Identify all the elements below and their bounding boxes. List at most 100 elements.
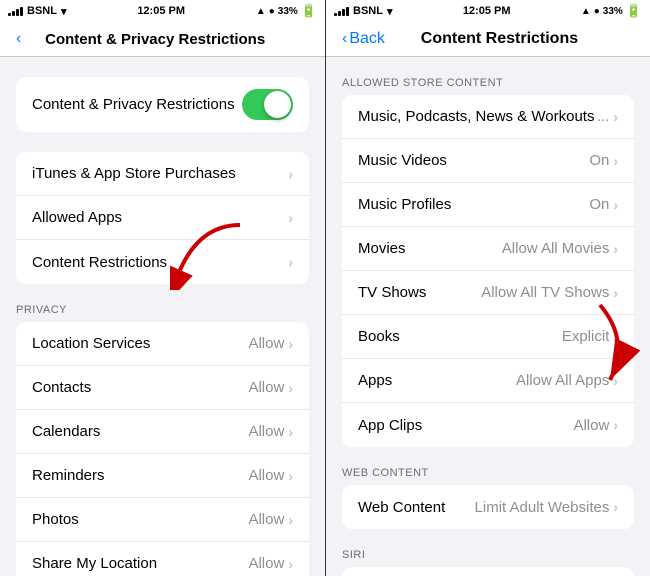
nav-bar-right: ‹ Back Content Restrictions: [326, 22, 650, 57]
app-clips-label: App Clips: [358, 417, 422, 434]
privacy-toggle-row[interactable]: Content & Privacy Restrictions: [16, 77, 309, 132]
music-videos-right: On ›: [589, 152, 618, 169]
back-chevron-right: ‹: [342, 30, 347, 48]
itunes-purchases-item[interactable]: iTunes & App Store Purchases ›: [16, 152, 309, 196]
main-items-card: iTunes & App Store Purchases › Allowed A…: [16, 152, 309, 284]
wifi-icon-right: ▾: [387, 5, 393, 18]
red-arrow-annotation: [170, 220, 250, 295]
music-videos-chevron: ›: [613, 153, 618, 169]
music-profiles-item[interactable]: Music Profiles On ›: [342, 183, 634, 227]
allowed-apps-label: Allowed Apps: [32, 209, 122, 226]
location-icon: ▲: [256, 6, 266, 17]
calendars-label: Calendars: [32, 423, 100, 440]
app-clips-item[interactable]: App Clips Allow ›: [342, 403, 634, 447]
music-profiles-right: On ›: [589, 196, 618, 213]
contacts-item[interactable]: Contacts Allow ›: [16, 366, 309, 410]
tv-shows-value: Allow All TV Shows: [481, 284, 609, 301]
web-content-value: Limit Adult Websites: [475, 499, 610, 516]
time-right: 12:05 PM: [463, 5, 511, 17]
nav-bar-left: ‹ Content & Privacy Restrictions: [0, 22, 325, 57]
time-left: 12:05 PM: [137, 5, 185, 17]
status-right-left: ▲ ● 33% 🔋: [256, 3, 317, 19]
signal-icon: [8, 7, 23, 16]
movies-value: Allow All Movies: [502, 240, 610, 257]
siri-header: SIRI: [326, 549, 650, 567]
apps-label: Apps: [358, 372, 392, 389]
privacy-header: PRIVACY: [0, 304, 325, 322]
calendars-right: Allow ›: [248, 423, 293, 440]
music-podcasts-right: ... ›: [597, 108, 618, 125]
allowed-apps-item[interactable]: Allowed Apps ›: [16, 196, 309, 240]
battery-icon-left: 🔋: [301, 3, 317, 19]
itunes-right: ›: [288, 166, 293, 182]
content-restrictions-chevron: ›: [288, 254, 293, 270]
status-bar-left-info: BSNL ▾: [8, 5, 66, 18]
music-podcasts-value: ...: [597, 108, 610, 125]
allowed-store-header: ALLOWED STORE CONTENT: [326, 77, 650, 95]
siri-card: Web Search Content Allow ›: [342, 567, 634, 576]
contacts-label: Contacts: [32, 379, 91, 396]
share-location-right: Allow ›: [248, 555, 293, 572]
page-title-left: Content & Privacy Restrictions: [1, 31, 309, 48]
siri-section: SIRI Web Search Content Allow ›: [326, 549, 650, 576]
share-location-item[interactable]: Share My Location Allow ›: [16, 542, 309, 576]
reminders-label: Reminders: [32, 467, 105, 484]
itunes-purchases-label: iTunes & App Store Purchases: [32, 165, 236, 182]
web-content-header: WEB CONTENT: [326, 467, 650, 485]
wifi-icon: ▾: [61, 5, 67, 18]
music-profiles-chevron: ›: [613, 197, 618, 213]
location-services-item[interactable]: Location Services Allow ›: [16, 322, 309, 366]
web-content-item[interactable]: Web Content Limit Adult Websites ›: [342, 485, 634, 529]
reminders-item[interactable]: Reminders Allow ›: [16, 454, 309, 498]
left-scroll-content: Content & Privacy Restrictions iTunes & …: [0, 57, 325, 576]
signal-icon2: ●: [269, 6, 275, 17]
web-content-right: Limit Adult Websites ›: [475, 499, 618, 516]
share-location-chevron: ›: [288, 556, 293, 572]
allowed-apps-right: ›: [288, 210, 293, 226]
red-arrow-annotation-right: [570, 300, 640, 395]
status-bar-right-info: BSNL ▾: [334, 5, 392, 18]
music-podcasts-item[interactable]: Music, Podcasts, News & Workouts ... ›: [342, 95, 634, 139]
music-podcasts-chevron: ›: [613, 109, 618, 125]
photos-label: Photos: [32, 511, 79, 528]
web-content-section: WEB CONTENT Web Content Limit Adult Webs…: [326, 467, 650, 529]
status-right-right: ▲ ● 33% 🔋: [581, 3, 642, 19]
app-clips-chevron: ›: [613, 417, 618, 433]
location-services-value: Allow: [248, 335, 284, 352]
privacy-card: Location Services Allow › Contacts Allow…: [16, 322, 309, 576]
contacts-value: Allow: [248, 379, 284, 396]
toggle-label: Content & Privacy Restrictions: [32, 96, 235, 113]
music-videos-item[interactable]: Music Videos On ›: [342, 139, 634, 183]
location-icon-right: ▲: [581, 6, 591, 17]
contacts-chevron: ›: [288, 380, 293, 396]
share-location-value: Allow: [248, 555, 284, 572]
content-restrictions-item[interactable]: Content Restrictions ›: [16, 240, 309, 284]
music-videos-label: Music Videos: [358, 152, 447, 169]
app-clips-right: Allow ›: [573, 417, 618, 434]
reminders-chevron: ›: [288, 468, 293, 484]
location-services-label: Location Services: [32, 335, 150, 352]
itunes-chevron: ›: [288, 166, 293, 182]
movies-item[interactable]: Movies Allow All Movies ›: [342, 227, 634, 271]
privacy-toggle[interactable]: [242, 89, 293, 120]
carrier-right: BSNL: [353, 5, 383, 17]
signal-icon3: ●: [594, 6, 600, 17]
tv-shows-right: Allow All TV Shows ›: [481, 284, 618, 301]
web-search-content-item[interactable]: Web Search Content Allow ›: [342, 567, 634, 576]
reminders-right: Allow ›: [248, 467, 293, 484]
contacts-right: Allow ›: [248, 379, 293, 396]
page-title-right: Content Restrictions: [365, 30, 634, 48]
battery-right: 33%: [603, 6, 623, 17]
calendars-item[interactable]: Calendars Allow ›: [16, 410, 309, 454]
calendars-value: Allow: [248, 423, 284, 440]
calendars-chevron: ›: [288, 424, 293, 440]
books-label: Books: [358, 328, 400, 345]
photos-value: Allow: [248, 511, 284, 528]
music-videos-value: On: [589, 152, 609, 169]
web-content-card: Web Content Limit Adult Websites ›: [342, 485, 634, 529]
photos-item[interactable]: Photos Allow ›: [16, 498, 309, 542]
location-services-right: Allow ›: [248, 335, 293, 352]
music-podcasts-label: Music, Podcasts, News & Workouts: [358, 108, 594, 125]
music-profiles-label: Music Profiles: [358, 196, 451, 213]
content-restrictions-label: Content Restrictions: [32, 254, 167, 271]
